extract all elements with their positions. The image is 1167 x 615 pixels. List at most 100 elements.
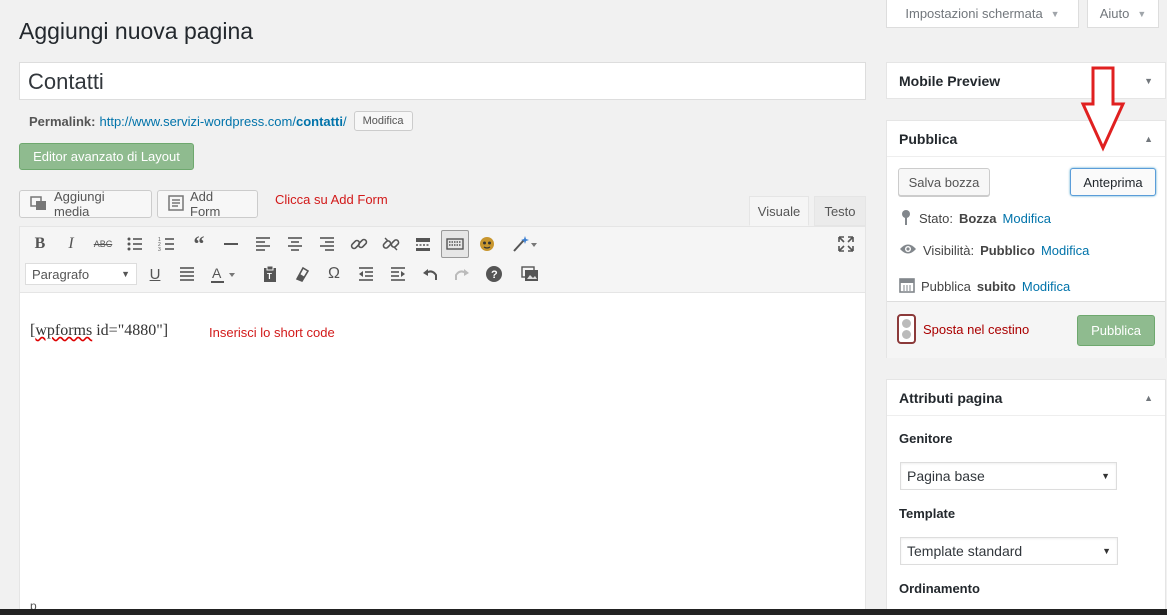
page-attributes-title: Attributi pagina bbox=[899, 389, 1003, 406]
schedule-value: subito bbox=[976, 279, 1016, 294]
publish-box: Pubblica ▲ Salva bozza Anteprima Stato: … bbox=[886, 120, 1166, 358]
format-select-value: Paragrafo bbox=[32, 266, 90, 282]
permalink-link[interactable]: http://www.servizi-wordpress.com/contatt… bbox=[99, 114, 346, 129]
svg-text:T: T bbox=[267, 272, 272, 281]
parent-select[interactable]: Pagina base ▼ bbox=[900, 462, 1117, 490]
align-left-icon[interactable] bbox=[250, 231, 276, 257]
schedule-edit-link[interactable]: Modifica bbox=[1022, 279, 1070, 294]
add-form-label: Add Form bbox=[190, 189, 221, 219]
bold-icon[interactable]: B bbox=[27, 231, 53, 257]
add-media-button[interactable]: Aggiungi media bbox=[19, 189, 152, 219]
unlink-icon[interactable] bbox=[378, 231, 404, 257]
help-tab[interactable]: Aiuto ▼ bbox=[1087, 0, 1159, 28]
parent-select-value: Pagina base bbox=[907, 468, 985, 484]
text-color-icon[interactable]: A bbox=[206, 261, 242, 287]
publish-title: Pubblica bbox=[899, 130, 958, 147]
justify-icon[interactable] bbox=[174, 261, 200, 287]
italic-icon[interactable]: I bbox=[58, 231, 84, 257]
chevron-down-icon: ▼ bbox=[121, 269, 130, 279]
permalink-edit-button[interactable]: Modifica bbox=[353, 111, 413, 131]
redo-icon[interactable] bbox=[449, 261, 475, 287]
traffic-light-icon bbox=[897, 314, 916, 344]
shortcode-attrs: id="4880"] bbox=[92, 322, 169, 339]
link-icon[interactable] bbox=[346, 231, 372, 257]
outdent-icon[interactable] bbox=[353, 261, 379, 287]
undo-icon[interactable] bbox=[417, 261, 443, 287]
page-title: Aggiungi nuova pagina bbox=[19, 18, 254, 44]
visibility-row: Visibilità: Pubblico Modifica bbox=[899, 243, 1089, 258]
publish-button[interactable]: Pubblica bbox=[1077, 315, 1155, 346]
move-to-trash-link[interactable]: Sposta nel cestino bbox=[923, 322, 1029, 337]
permalink-label: Permalink: bbox=[29, 113, 96, 129]
page-attributes-box: Attributi pagina ▲ Genitore Pagina base … bbox=[886, 379, 1166, 615]
schedule-row: Pubblica subito Modifica bbox=[899, 277, 1070, 296]
editor-content[interactable]: [wpforms id="4880"] bbox=[30, 322, 168, 340]
save-draft-button[interactable]: Salva bozza bbox=[898, 168, 990, 196]
page-attributes-header[interactable]: Attributi pagina ▲ bbox=[887, 380, 1165, 416]
status-edit-link[interactable]: Modifica bbox=[1003, 211, 1051, 226]
template-select-value: Template standard bbox=[907, 543, 1023, 559]
pin-icon bbox=[899, 209, 913, 228]
status-value: Bozza bbox=[958, 211, 997, 226]
toolbar-toggle-icon[interactable] bbox=[441, 230, 469, 258]
editor: B I ABC 123 “ Paragrafo ▼ U A T Ω ? [wpf… bbox=[19, 226, 866, 615]
permalink-row: Permalink: http://www.servizi-wordpress.… bbox=[29, 111, 413, 131]
help-icon[interactable]: ? bbox=[481, 261, 507, 287]
clear-formatting-icon[interactable] bbox=[289, 261, 315, 287]
bottom-bar bbox=[0, 609, 1167, 615]
chevron-down-icon: ▼ bbox=[1101, 471, 1110, 481]
indent-icon[interactable] bbox=[385, 261, 411, 287]
underline-icon[interactable]: U bbox=[142, 261, 168, 287]
status-label: Stato: bbox=[919, 211, 953, 226]
tab-text[interactable]: Testo bbox=[814, 196, 866, 226]
layout-editor-button[interactable]: Editor avanzato di Layout bbox=[19, 143, 194, 170]
editor-toolbar: B I ABC 123 “ Paragrafo ▼ U A T Ω ? bbox=[20, 227, 865, 293]
tab-visual[interactable]: Visuale bbox=[749, 196, 809, 226]
align-right-icon[interactable] bbox=[314, 231, 340, 257]
plugin-badge-icon[interactable] bbox=[474, 231, 500, 257]
svg-text:A: A bbox=[212, 265, 222, 281]
fullscreen-icon[interactable] bbox=[833, 231, 859, 257]
read-more-icon[interactable] bbox=[410, 231, 436, 257]
visibility-value: Pubblico bbox=[980, 243, 1035, 258]
numbered-list-icon[interactable]: 123 bbox=[154, 231, 180, 257]
screen-options-tab[interactable]: Impostazioni schermata ▼ bbox=[886, 0, 1079, 28]
add-media-label: Aggiungi media bbox=[54, 189, 105, 219]
help-label: Aiuto bbox=[1099, 6, 1130, 21]
add-form-button[interactable]: Add Form bbox=[157, 189, 258, 219]
schedule-label: Pubblica bbox=[921, 279, 971, 294]
media-icon bbox=[30, 195, 48, 214]
gallery-icon[interactable] bbox=[517, 261, 543, 287]
format-select[interactable]: Paragrafo ▼ bbox=[25, 263, 137, 285]
form-icon bbox=[168, 194, 184, 214]
red-arrow-down-icon bbox=[1080, 66, 1126, 155]
template-select[interactable]: Template standard ▼ bbox=[900, 537, 1118, 565]
order-label: Ordinamento bbox=[899, 581, 980, 596]
align-center-icon[interactable] bbox=[282, 231, 308, 257]
special-character-icon[interactable]: Ω bbox=[321, 261, 347, 287]
calendar-icon bbox=[899, 277, 915, 296]
blockquote-icon[interactable]: “ bbox=[186, 231, 212, 257]
annotation-shortcode: Inserisci lo short code bbox=[209, 325, 335, 340]
permalink-slug: contatti bbox=[295, 113, 343, 129]
publish-actions: Sposta nel cestino Pubblica bbox=[887, 301, 1165, 358]
template-label: Template bbox=[899, 506, 956, 521]
status-row: Stato: Bozza Modifica bbox=[899, 209, 1051, 228]
permalink-url-base: http://www.servizi-wordpress.com/ bbox=[99, 113, 296, 129]
visibility-label: Visibilità: bbox=[923, 243, 975, 258]
paste-text-icon[interactable]: T bbox=[257, 261, 283, 287]
visibility-edit-link[interactable]: Modifica bbox=[1041, 243, 1089, 258]
magic-wand-icon[interactable] bbox=[507, 231, 543, 257]
chevron-up-icon[interactable]: ▲ bbox=[1144, 393, 1153, 403]
permalink-trailing: / bbox=[342, 113, 347, 129]
svg-text:3: 3 bbox=[158, 247, 161, 253]
eye-icon bbox=[899, 243, 917, 258]
parent-label: Genitore bbox=[899, 431, 953, 446]
chevron-up-icon[interactable]: ▲ bbox=[1144, 134, 1153, 144]
preview-button[interactable]: Anteprima bbox=[1070, 168, 1156, 196]
bullet-list-icon[interactable] bbox=[122, 231, 148, 257]
post-title-input[interactable]: Contatti bbox=[19, 62, 866, 100]
chevron-down-icon[interactable]: ▼ bbox=[1144, 76, 1153, 86]
horizontal-rule-icon[interactable] bbox=[218, 231, 244, 257]
strikethrough-icon[interactable]: ABC bbox=[90, 231, 116, 257]
